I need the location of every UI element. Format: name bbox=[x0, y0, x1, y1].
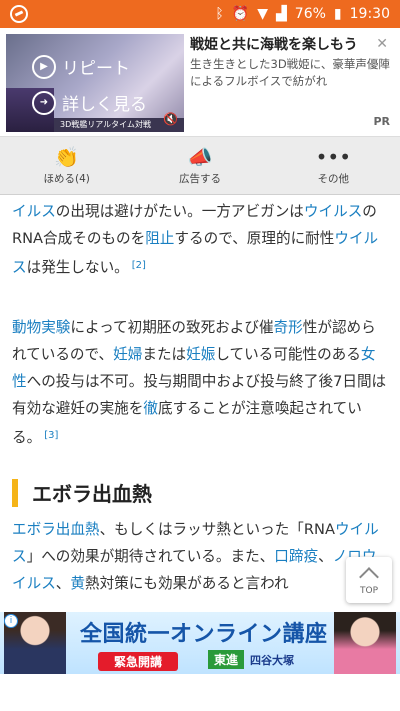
link-inhibit[interactable]: 阻止 bbox=[145, 230, 174, 247]
advertise-label: 広告する bbox=[178, 173, 221, 185]
link-teratogen[interactable]: 奇形 bbox=[274, 319, 303, 336]
banner-pill: 緊急開講 bbox=[98, 652, 179, 671]
battery-icon: ▮ bbox=[333, 6, 342, 22]
alarm-icon: ⏰ bbox=[231, 6, 250, 22]
replay-button[interactable]: ▶ リピート bbox=[32, 54, 130, 79]
ad-info-icon[interactable]: i bbox=[4, 614, 18, 628]
play-icon: ▶ bbox=[32, 54, 56, 79]
link-pregnancy[interactable]: 妊娠 bbox=[186, 346, 215, 363]
heading-text: エボラ出血熱 bbox=[32, 482, 152, 506]
close-icon[interactable]: ✕ bbox=[376, 36, 388, 52]
megaphone-icon: 📣 bbox=[187, 145, 213, 169]
battery-percent: 76% bbox=[294, 6, 326, 22]
top-ad[interactable]: 3D戦艦リアルタイム対戦 ▶ リピート ➜ 詳しく見る 🔇 戦姫と共に海戦を楽し… bbox=[0, 28, 400, 136]
mute-icon[interactable]: 🔇 bbox=[163, 112, 178, 126]
heading-accent-bar bbox=[12, 478, 18, 507]
learn-more-button[interactable]: ➜ 詳しく見る bbox=[32, 90, 147, 115]
clock: 19:30 bbox=[349, 6, 390, 22]
link-pregnant-woman[interactable]: 妊婦 bbox=[113, 346, 142, 363]
more-button[interactable]: ••• その他 bbox=[267, 137, 400, 194]
banner-title: 全国統一オンライン講座 bbox=[80, 622, 328, 647]
wifi-icon: ▼ bbox=[257, 6, 269, 22]
app-notification-icon bbox=[10, 5, 28, 23]
banner-logo-yotsuya: 四谷大塚 bbox=[250, 654, 294, 667]
signal-icon: ▟ bbox=[276, 6, 287, 22]
article-body: イルスの出現は避けがたい。一方アビガンはウイルスのRNA合成そのものを阻止するの… bbox=[12, 193, 388, 451]
status-bar: ᛒ ⏰ ▼ ▟ 76% ▮ 19:30 bbox=[0, 0, 400, 28]
top-label: TOP bbox=[359, 586, 378, 596]
ad-video-thumbnail[interactable]: 3D戦艦リアルタイム対戦 ▶ リピート ➜ 詳しく見る 🔇 bbox=[6, 34, 184, 132]
link-virus[interactable]: イルス bbox=[12, 203, 56, 220]
learn-more-label: 詳しく見る bbox=[62, 95, 147, 115]
paragraph-teratogenic: 動物実験によって初期胚の致死および催奇形性が認められているので、妊婦または妊娠し… bbox=[12, 319, 387, 446]
status-right: ᛒ ⏰ ▼ ▟ 76% ▮ 19:30 bbox=[215, 6, 400, 22]
scroll-top-button[interactable]: TOP bbox=[346, 557, 392, 603]
link-yellow-fever[interactable]: 黄 bbox=[70, 575, 85, 592]
ad-description: 生き生きとした3D戦姫に、豪華声優陣によるフルボイスで紡がれ bbox=[190, 57, 390, 88]
link-thorough[interactable]: 徹 bbox=[143, 400, 158, 417]
praise-button[interactable]: 👏 ほめる(4) bbox=[0, 137, 133, 194]
more-label: その他 bbox=[317, 173, 350, 185]
clap-icon: 👏 bbox=[54, 145, 80, 169]
banner-photo-right bbox=[334, 612, 396, 674]
banner-logo-toshin: 東進 bbox=[208, 650, 245, 669]
advertise-button[interactable]: 📣 広告する bbox=[133, 137, 266, 194]
link-ebola[interactable]: エボラ出血熱 bbox=[12, 521, 100, 538]
bottom-banner-ad[interactable]: i 全国統一オンライン講座 緊急開講 東進 四谷大塚 bbox=[0, 612, 400, 674]
praise-label: ほめる(4) bbox=[43, 173, 90, 185]
bluetooth-icon: ᛒ bbox=[215, 6, 224, 22]
link-animal-testing[interactable]: 動物実験 bbox=[12, 319, 70, 336]
more-icon: ••• bbox=[315, 145, 352, 169]
share-arrow-icon: ➜ bbox=[32, 90, 56, 115]
link-virus-2[interactable]: ウイルス bbox=[304, 203, 362, 220]
reference-3[interactable]: [3] bbox=[44, 430, 58, 441]
replay-label: リピート bbox=[62, 59, 130, 79]
chevron-up-icon bbox=[359, 567, 379, 587]
section-heading: エボラ出血熱 bbox=[12, 478, 152, 507]
reference-2[interactable]: [2] bbox=[132, 260, 146, 271]
link-fmd[interactable]: 口蹄疫 bbox=[274, 548, 318, 565]
ad-title[interactable]: 戦姫と共に海戦を楽しもう bbox=[190, 34, 390, 54]
paragraph-ebola: エボラ出血熱、もしくはラッサ熱といった「RNAウイルス」への効果が期待されている… bbox=[12, 521, 379, 592]
bottom-blank-area bbox=[0, 674, 400, 711]
pr-label: PR bbox=[373, 115, 390, 128]
paragraph-resistance: イルスの出現は避けがたい。一方アビガンはウイルスのRNA合成そのものを阻止するの… bbox=[12, 203, 379, 276]
action-bar: 👏 ほめる(4) 📣 広告する ••• その他 bbox=[0, 136, 400, 195]
